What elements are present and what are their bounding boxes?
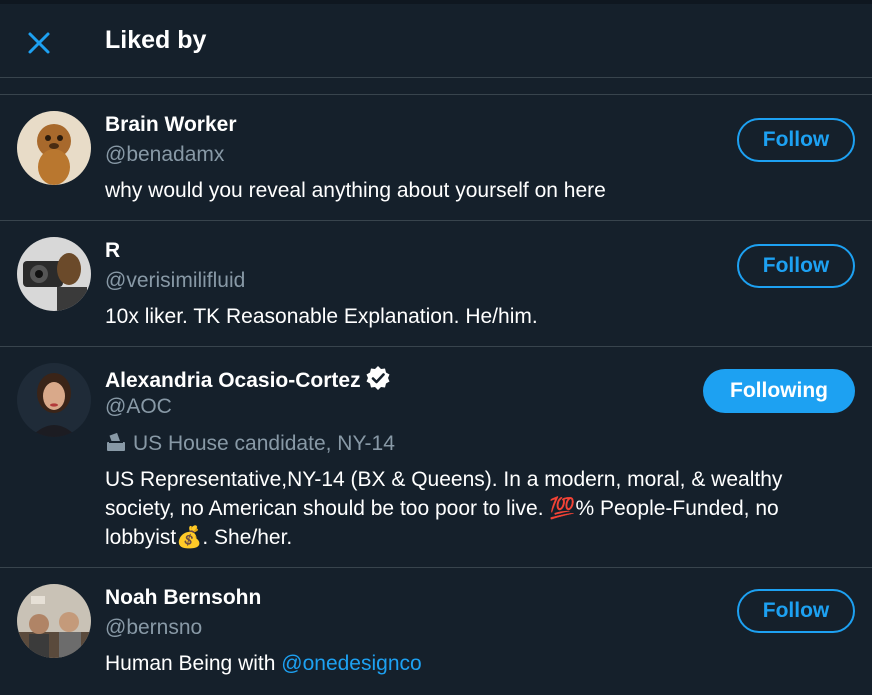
user-name-text: Alexandria Ocasio-Cortez [105,369,361,392]
user-handle[interactable]: @benadamx [105,143,224,167]
following-button[interactable]: Following [703,369,855,413]
follow-button[interactable]: Follow [737,244,855,288]
user-name[interactable]: Brain Worker [105,113,237,137]
bio-text: . She/her. [202,526,293,549]
bio-text: Human Being with [105,652,282,675]
user-row[interactable]: Alexandria Ocasio-Cortez @AOC US House c… [0,347,872,568]
page-title: Liked by [105,26,207,54]
user-row[interactable]: Noah Bernsohn @bernsno Human Being with … [0,568,872,695]
user-handle[interactable]: @AOC [105,395,172,419]
hundred-emoji: 💯 [549,497,576,520]
location-text: US House candidate, NY-14 [133,432,395,455]
verified-badge-icon [365,365,391,391]
modal-header: Liked by [0,4,872,78]
user-row[interactable]: Brain Worker @benadamx why would you rev… [0,95,872,221]
user-bio: why would you reveal anything about your… [105,179,606,202]
avatar[interactable] [17,363,91,437]
user-name[interactable]: R [105,239,120,263]
mention-link[interactable]: @onedesignco [281,652,421,675]
user-bio: 10x liker. TK Reasonable Explanation. He… [105,305,538,328]
user-name[interactable]: Alexandria Ocasio-Cortez [105,365,391,393]
money-bag-emoji: 💰 [176,526,203,549]
avatar[interactable] [17,237,91,311]
user-handle[interactable]: @bernsno [105,616,202,640]
user-bio: Human Being with @onedesignco [105,649,845,678]
user-row[interactable]: R @verisimilifluid 10x liker. TK Reasona… [0,221,872,347]
close-icon[interactable] [24,28,54,58]
user-bio: US Representative,NY-14 (BX & Queens). I… [105,465,845,552]
follow-button[interactable]: Follow [737,118,855,162]
avatar[interactable] [17,584,91,658]
follow-button[interactable]: Follow [737,589,855,633]
user-location: US House candidate, NY-14 [105,431,395,456]
ballot-box-icon [105,431,127,453]
header-gap [0,78,872,94]
user-handle[interactable]: @verisimilifluid [105,269,245,293]
user-name[interactable]: Noah Bernsohn [105,586,261,610]
avatar[interactable] [17,111,91,185]
